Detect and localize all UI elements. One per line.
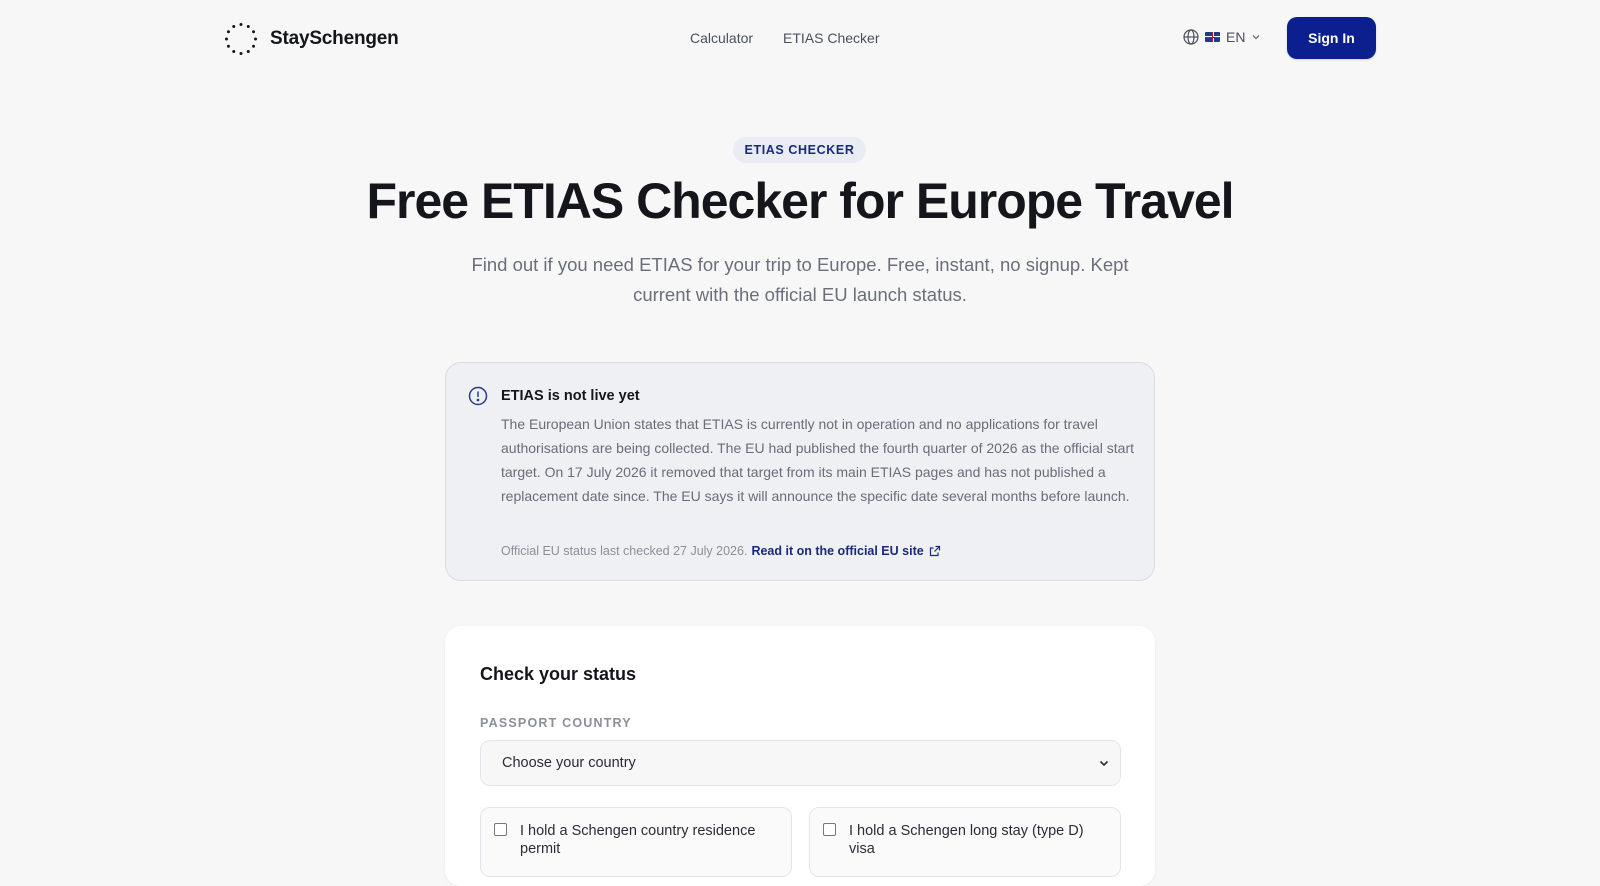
card-title: Check your status (480, 664, 637, 684)
residence-permit-label: I hold a Schengen country residence perm… (520, 823, 756, 857)
page-subtitle: Find out if you need ETIAS for your trip… (471, 254, 1129, 305)
alert-circle-icon (468, 386, 488, 406)
eyebrow-badge: ETIAS CHECKER (733, 137, 866, 163)
nav-etias-checker[interactable]: ETIAS Checker (783, 30, 879, 46)
notice-body: The European Union states that ETIAS is … (501, 416, 1134, 504)
residence-permit-option[interactable]: I hold a Schengen country residence perm… (480, 807, 792, 877)
language-selector[interactable]: EN (1183, 29, 1261, 45)
brand-name: StaySchengen (270, 28, 399, 49)
select-value: Choose your country (502, 755, 636, 771)
passport-country-select[interactable]: Choose your country (480, 740, 1121, 786)
last-checked-text: Official EU status last checked 27 July … (501, 544, 748, 558)
language-code: EN (1226, 29, 1246, 45)
long-stay-visa-label: I hold a Schengen long stay (type D) vis… (849, 823, 1084, 857)
notice-title: ETIAS is not live yet (501, 388, 640, 404)
external-link-icon[interactable] (929, 545, 941, 557)
official-eu-link[interactable]: Read it on the official EU site (751, 544, 923, 558)
chevron-down-icon (1252, 35, 1260, 40)
site-header: StaySchengen Calculator ETIAS Checker EN… (0, 0, 1600, 78)
brand-logo[interactable]: StaySchengen (224, 22, 399, 56)
globe-icon (1183, 29, 1199, 45)
notice-footer: Official EU status last checked 27 July … (501, 544, 941, 558)
main-nav: Calculator ETIAS Checker (690, 30, 880, 46)
eu-stars-icon (225, 23, 257, 55)
uk-flag-icon (1205, 32, 1220, 42)
page-title: Free ETIAS Checker for Europe Travel (366, 173, 1234, 229)
status-check-card: Check your status PASSPORT COUNTRY Choos… (445, 626, 1155, 886)
sign-in-button[interactable]: Sign In (1287, 17, 1376, 59)
residence-permit-checkbox[interactable] (494, 823, 507, 836)
passport-country-label: PASSPORT COUNTRY (480, 716, 632, 730)
chevron-down-icon (1099, 760, 1109, 767)
etias-status-notice: ETIAS is not live yet The European Union… (445, 362, 1155, 581)
long-stay-visa-option[interactable]: I hold a Schengen long stay (type D) vis… (809, 807, 1121, 877)
long-stay-visa-checkbox[interactable] (823, 823, 836, 836)
nav-calculator[interactable]: Calculator (690, 30, 753, 46)
